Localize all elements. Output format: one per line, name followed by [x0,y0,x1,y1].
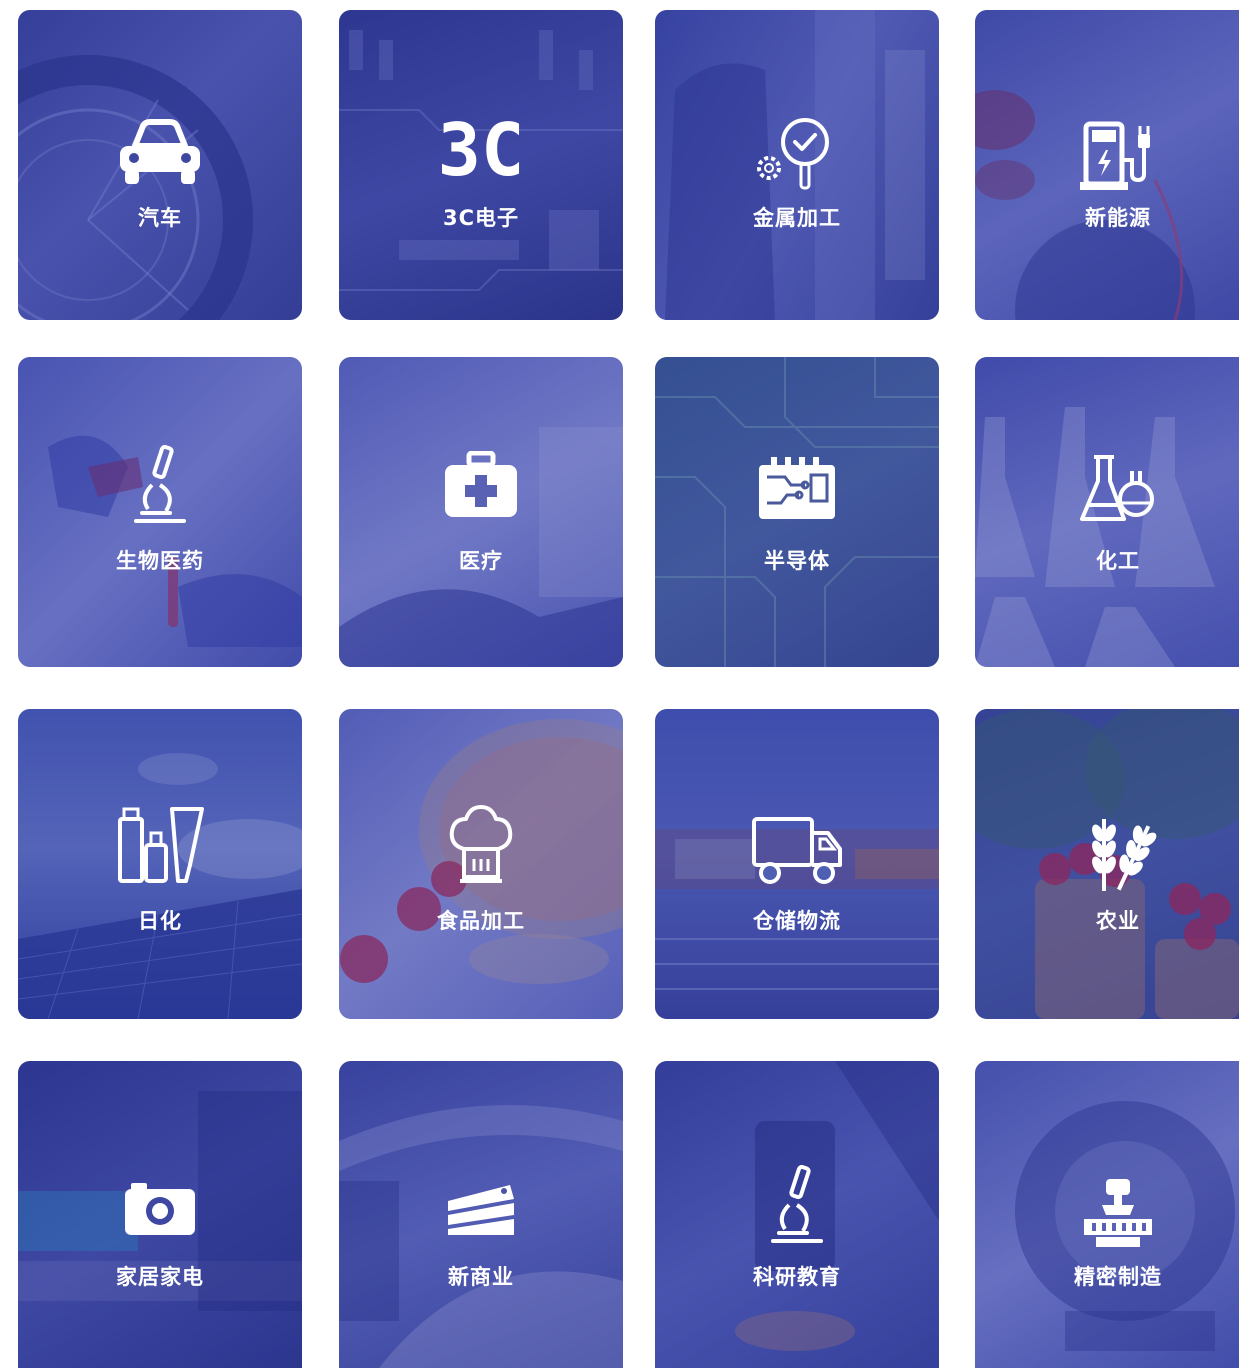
tile-label: 家居家电 [116,1265,204,1289]
tile-food-processing[interactable]: 食品加工 [339,709,623,1019]
tile-home-appliances[interactable]: 家居家电 [18,1061,302,1368]
camera-icon [125,1183,195,1235]
cake-icon [448,1185,514,1235]
flask-icon [1080,455,1154,521]
tile-new-energy[interactable]: 新能源 [975,10,1239,320]
truck-icon [752,817,842,884]
tile-label: 新能源 [1085,206,1151,230]
tile-warehouse-logistics[interactable]: 仓储物流 [655,709,939,1019]
tile-daily-chemicals[interactable]: 日化 [18,709,302,1019]
cosmetics-icon [118,807,204,883]
tile-new-retail[interactable]: 新商业 [339,1061,623,1368]
tile-precision-manufacturing[interactable]: 精密制造 [975,1061,1239,1368]
robot-arm-icon [1084,1179,1152,1247]
tile-label: 日化 [138,909,182,933]
tile-label: 化工 [1096,549,1140,573]
tile-label: 精密制造 [1074,1265,1162,1289]
3c-icon: 3C [437,108,525,192]
tile-label: 半导体 [764,549,830,573]
tile-label: 食品加工 [437,909,525,933]
tile-label: 农业 [1096,909,1140,933]
chef-hat-icon [449,805,513,883]
tile-metal-processing[interactable]: 金属加工 [655,10,939,320]
microscope-icon [771,1165,823,1243]
tile-label: 汽车 [138,206,182,230]
tile-label: 医疗 [459,549,503,573]
tile-biomedicine[interactable]: 生物医药 [18,357,302,667]
tile-label: 仓储物流 [753,909,841,933]
tile-label: 科研教育 [753,1265,841,1289]
tile-3c-electronics[interactable]: 3C 3C电子 [339,10,623,320]
tile-automotive[interactable]: 汽车 [18,10,302,320]
tile-agriculture[interactable]: 农业 [975,709,1239,1019]
magnifier-gear-icon [757,118,829,190]
charging-station-icon [1080,121,1150,190]
tile-medical[interactable]: 医疗 [339,357,623,667]
circuit-board-icon [759,457,835,519]
tile-label: 新商业 [448,1265,514,1289]
tile-chemical[interactable]: 化工 [975,357,1239,667]
medical-kit-icon [445,451,517,517]
tile-label: 生物医药 [116,549,204,573]
car-icon [120,119,200,184]
tile-label: 金属加工 [753,206,841,230]
tile-semiconductor[interactable]: 半导体 [655,357,939,667]
wheat-icon [1092,819,1157,891]
microscope-icon [134,445,186,523]
tile-research-education[interactable]: 科研教育 [655,1061,939,1368]
tile-label: 3C电子 [442,206,520,230]
